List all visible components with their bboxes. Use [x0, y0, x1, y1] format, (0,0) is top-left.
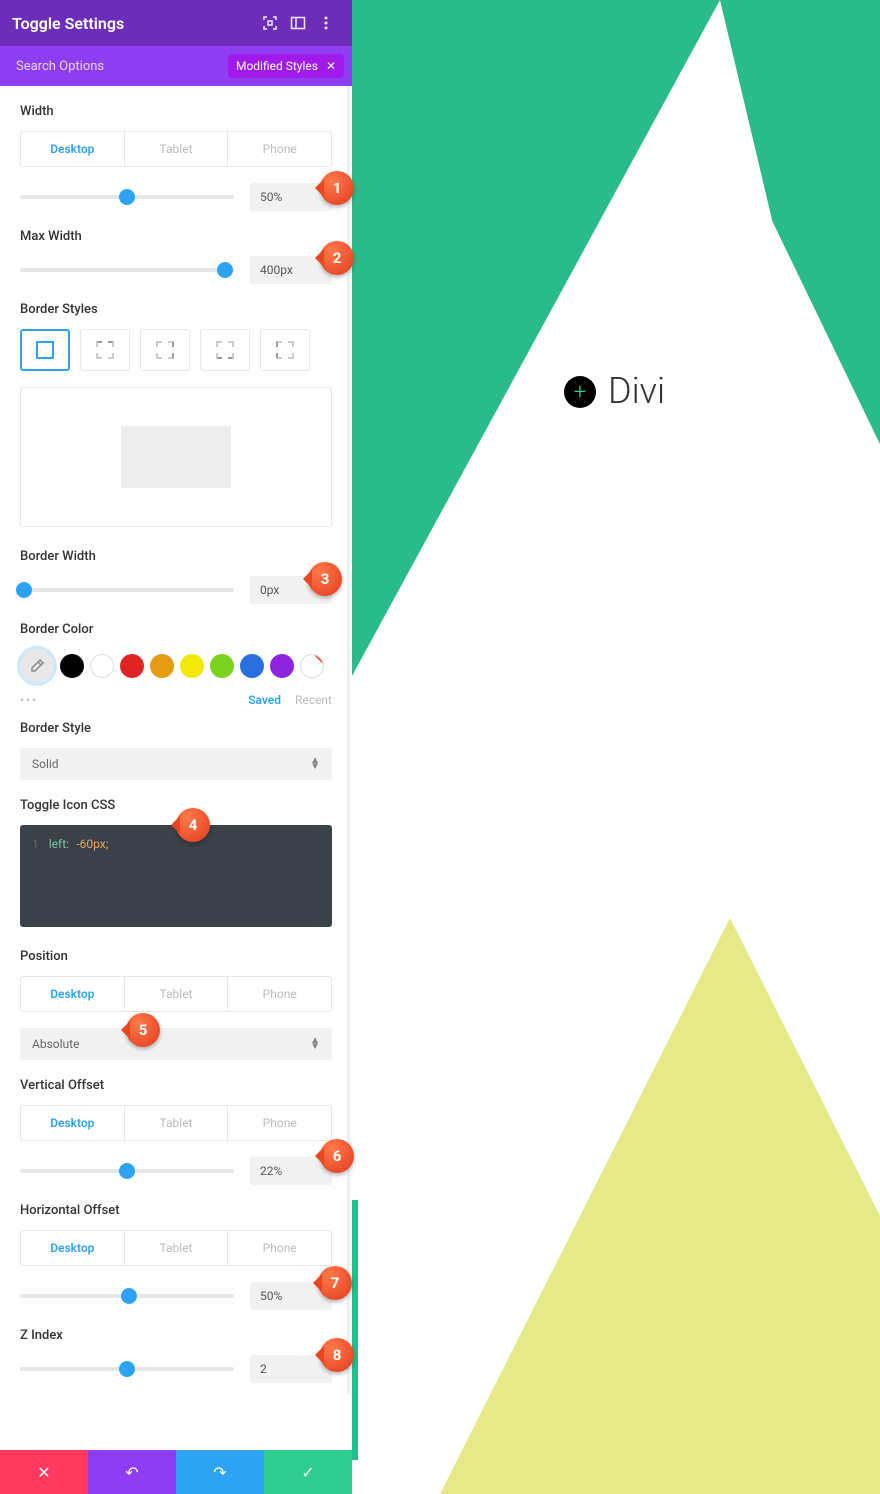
- modified-styles-pill[interactable]: Modified Styles ✕: [228, 54, 344, 78]
- redo-icon: ↷: [213, 1463, 226, 1482]
- recent-colors-tab[interactable]: Recent: [295, 693, 332, 707]
- tab-tablet[interactable]: Tablet: [125, 132, 229, 166]
- swatch-green[interactable]: [210, 654, 234, 678]
- css-key: left:: [49, 837, 69, 851]
- vertical-offset-label: Vertical Offset: [20, 1078, 332, 1093]
- undo-icon: ↶: [125, 1463, 138, 1482]
- panel-footer: ✕ ↶ ↷ ✓: [0, 1450, 352, 1494]
- max-width-label: Max Width: [20, 229, 332, 244]
- tab-phone[interactable]: Phone: [228, 977, 331, 1011]
- swatch-yellow[interactable]: [180, 654, 204, 678]
- more-icon[interactable]: [312, 9, 340, 37]
- callout-2: 2: [320, 241, 354, 275]
- tab-desktop[interactable]: Desktop: [21, 132, 125, 166]
- position-select[interactable]: Absolute ▲▼: [20, 1028, 332, 1060]
- border-style-label: Border Style: [20, 721, 332, 736]
- settings-panel: Toggle Settings Modified Styles ✕ Width …: [0, 0, 352, 1494]
- border-bottom-icon[interactable]: [200, 329, 250, 371]
- z-index-label: Z Index: [20, 1328, 332, 1343]
- searchbar: Modified Styles ✕: [0, 46, 352, 86]
- callout-3: 3: [308, 562, 342, 596]
- horizontal-offset-label: Horizontal Offset: [20, 1203, 332, 1218]
- more-colors-icon[interactable]: •••: [20, 693, 234, 707]
- tab-tablet[interactable]: Tablet: [125, 1231, 229, 1265]
- swatch-red[interactable]: [120, 654, 144, 678]
- tab-desktop[interactable]: Desktop: [21, 1231, 125, 1265]
- redo-button[interactable]: ↷: [176, 1450, 264, 1494]
- border-width-slider[interactable]: [20, 588, 234, 592]
- voffset-device-tabs: Desktop Tablet Phone: [20, 1105, 332, 1141]
- horizontal-offset-slider[interactable]: [20, 1294, 234, 1298]
- width-slider[interactable]: [20, 195, 234, 199]
- callout-8: 8: [320, 1338, 354, 1372]
- tab-phone[interactable]: Phone: [228, 1231, 331, 1265]
- sidebar-toggle-icon[interactable]: [284, 9, 312, 37]
- color-swatches: [20, 649, 332, 683]
- position-device-tabs: Desktop Tablet Phone: [20, 976, 332, 1012]
- css-value: -60px;: [76, 837, 108, 851]
- focus-icon[interactable]: [256, 9, 284, 37]
- panel-edge: [347, 86, 353, 1394]
- brand-label: Divi: [608, 370, 665, 412]
- border-side-picker: [20, 329, 332, 371]
- yellow-tri: [440, 918, 880, 1494]
- cancel-button[interactable]: ✕: [0, 1450, 88, 1494]
- add-button[interactable]: +: [564, 376, 596, 408]
- undo-button[interactable]: ↶: [88, 1450, 176, 1494]
- tab-tablet[interactable]: Tablet: [125, 1106, 229, 1140]
- color-presets-row: ••• Saved Recent: [20, 693, 332, 707]
- tab-phone[interactable]: Phone: [228, 1106, 331, 1140]
- width-label: Width: [20, 104, 332, 119]
- position-value: Absolute: [32, 1037, 79, 1051]
- hoffset-device-tabs: Desktop Tablet Phone: [20, 1230, 332, 1266]
- saved-colors-tab[interactable]: Saved: [248, 693, 281, 707]
- toggle-icon-css-label: Toggle Icon CSS: [20, 798, 332, 813]
- border-left-icon[interactable]: [260, 329, 310, 371]
- pill-label: Modified Styles: [236, 59, 318, 73]
- swatch-none[interactable]: [300, 654, 324, 678]
- callout-6: 6: [320, 1139, 354, 1173]
- tab-tablet[interactable]: Tablet: [125, 977, 229, 1011]
- border-all-icon[interactable]: [20, 329, 70, 371]
- css-editor[interactable]: 1 left: -60px;: [20, 825, 332, 927]
- chevron-updown-icon: ▲▼: [310, 758, 320, 770]
- preview-canvas: + Divi: [352, 0, 880, 1494]
- eyedropper-icon[interactable]: [20, 649, 54, 683]
- line-number: 1: [32, 837, 39, 851]
- swatch-purple[interactable]: [270, 654, 294, 678]
- border-style-value: Solid: [32, 757, 59, 771]
- search-input[interactable]: [16, 59, 228, 74]
- border-style-select[interactable]: Solid ▲▼: [20, 748, 332, 780]
- titlebar: Toggle Settings: [0, 0, 352, 46]
- border-preview: [20, 387, 332, 527]
- check-icon: ✓: [301, 1463, 314, 1482]
- save-button[interactable]: ✓: [264, 1450, 352, 1494]
- max-width-slider[interactable]: [20, 268, 234, 272]
- swatch-white[interactable]: [90, 654, 114, 678]
- tab-desktop[interactable]: Desktop: [21, 977, 125, 1011]
- tab-desktop[interactable]: Desktop: [21, 1106, 125, 1140]
- callout-7: 7: [318, 1266, 352, 1300]
- border-width-label: Border Width: [20, 549, 332, 564]
- panel-title: Toggle Settings: [12, 14, 256, 33]
- close-icon[interactable]: ✕: [326, 59, 336, 73]
- position-label: Position: [20, 949, 332, 964]
- z-index-slider[interactable]: [20, 1367, 234, 1371]
- width-device-tabs: Desktop Tablet Phone: [20, 131, 332, 167]
- callout-4: 4: [176, 808, 210, 842]
- vertical-offset-slider[interactable]: [20, 1169, 234, 1173]
- callout-5: 5: [126, 1013, 160, 1047]
- swatch-blue[interactable]: [240, 654, 264, 678]
- swatch-orange[interactable]: [150, 654, 174, 678]
- chevron-updown-icon: ▲▼: [310, 1038, 320, 1050]
- panel-content: Width Desktop Tablet Phone 50% Max Width…: [0, 86, 352, 1450]
- tab-phone[interactable]: Phone: [228, 132, 331, 166]
- close-icon: ✕: [37, 1463, 50, 1482]
- swatch-black[interactable]: [60, 654, 84, 678]
- callout-1: 1: [320, 171, 354, 205]
- border-right-icon[interactable]: [140, 329, 190, 371]
- border-top-icon[interactable]: [80, 329, 130, 371]
- border-styles-label: Border Styles: [20, 302, 332, 317]
- border-color-label: Border Color: [20, 622, 332, 637]
